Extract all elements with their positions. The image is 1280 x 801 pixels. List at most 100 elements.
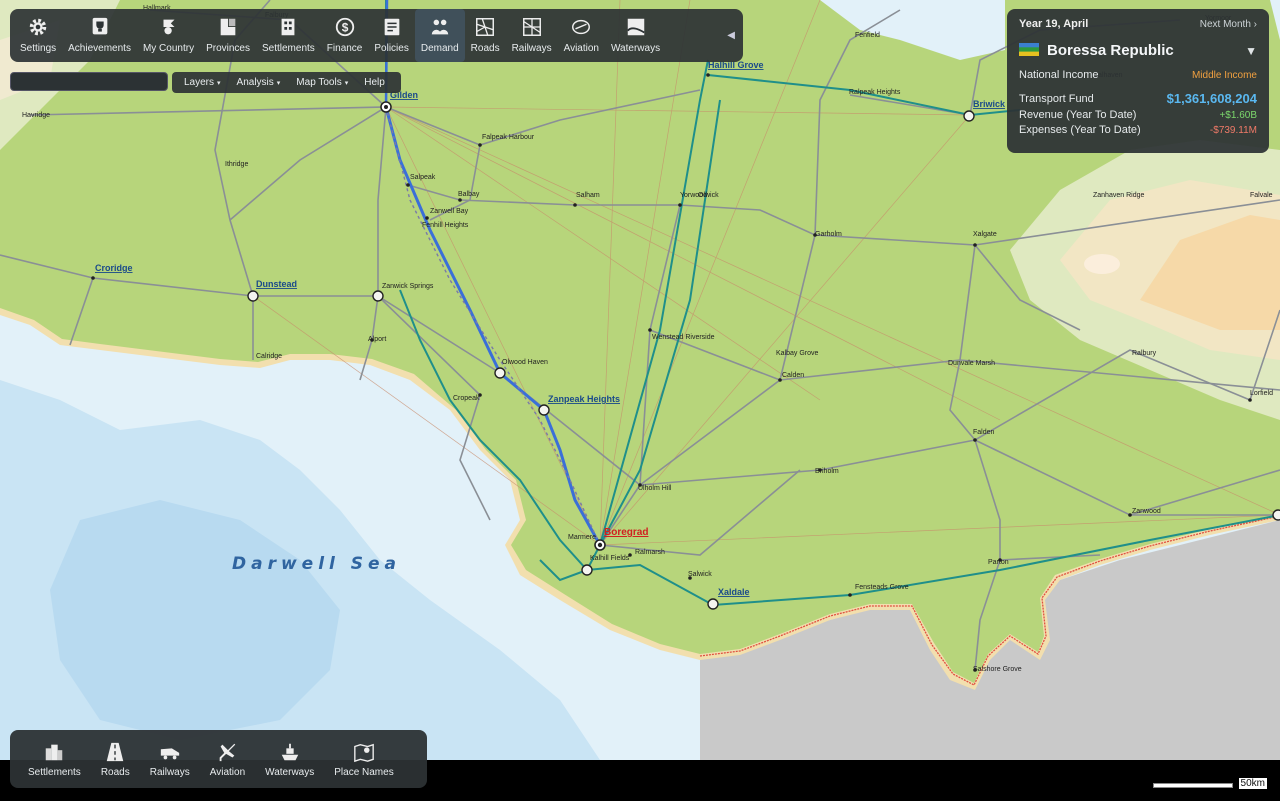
trophy-icon	[92, 17, 107, 35]
menu-layers[interactable]: Layers ▾	[176, 77, 229, 88]
toolbar-label: Roads	[470, 43, 500, 54]
label-falpeak-harbour: Falpeak Harbour	[482, 134, 535, 141]
east-marker[interactable]	[1272, 509, 1280, 521]
build-waterways-button[interactable]: Waterways	[255, 730, 324, 788]
toolbar-my-country[interactable]: My Country	[137, 9, 200, 62]
game-window: Falbury Hallmark Havridge Falpeak Harbou…	[0, 0, 1280, 801]
label-dunstead: Dunstead	[256, 279, 297, 289]
label-fensteads-grove: Fensteads Grove	[855, 584, 909, 591]
search-input[interactable]	[10, 72, 168, 91]
map-pin-icon	[354, 743, 374, 763]
transport-fund-value: $1,361,608,204	[1166, 91, 1257, 106]
menu-label: Map Tools	[296, 77, 342, 88]
toolbar-label: Provinces	[206, 43, 250, 54]
country-flag-icon	[1019, 43, 1039, 56]
label-olwood-haven: Olwood Haven	[502, 359, 548, 366]
revenue-value: +$1.60B	[1219, 109, 1257, 121]
place-names-button[interactable]: Place Names	[324, 730, 403, 788]
toolbar-achievements[interactable]: Achievements	[62, 9, 137, 62]
scale-label: 50km	[1238, 778, 1267, 789]
label-zanwick-springs: Zanwick Springs	[382, 283, 434, 290]
label-alport: Alport	[368, 336, 386, 343]
toolbar-settings[interactable]: Settings	[14, 9, 62, 62]
main-toolbar: Settings Achievements My Country Provinc…	[10, 9, 743, 62]
menu-help[interactable]: Help	[356, 77, 393, 88]
railways-icon	[522, 18, 541, 36]
label-olwick: Olwick	[698, 192, 719, 199]
toolbar-policies[interactable]: Policies	[368, 9, 414, 62]
label-zanhaven-ridge: Zanhaven Ridge	[1093, 192, 1144, 199]
expenses-label: Expenses (Year To Date)	[1019, 124, 1141, 136]
toolbar-collapse-button[interactable]: ◀	[719, 9, 743, 62]
toolbar-demand[interactable]: Demand	[414, 9, 465, 62]
label-falden: Falden	[973, 429, 995, 436]
build-settlements-button[interactable]: Settlements	[18, 730, 91, 788]
build-label: Place Names	[334, 767, 394, 778]
menu-label: Analysis	[236, 77, 274, 88]
xaldale-marker[interactable]	[707, 598, 719, 610]
label-ulholm-hill: Ulholm Hill	[638, 485, 672, 492]
toolbar-railways[interactable]: Railways	[506, 9, 558, 62]
build-aviation-button[interactable]: Aviation	[200, 730, 255, 788]
olwood-marker[interactable]	[494, 367, 506, 379]
label-salpeak: Salpeak	[410, 174, 436, 181]
build-roads-button[interactable]: Roads	[91, 730, 140, 788]
lake	[1084, 254, 1120, 274]
menu-map-tools[interactable]: Map Tools ▾	[288, 77, 356, 88]
toolbar-waterways[interactable]: Waterways	[605, 9, 666, 62]
briwick-marker[interactable]	[963, 110, 975, 122]
label-wenstead-riverside: Wenstead Riverside	[652, 334, 715, 341]
gear-icon	[29, 18, 47, 36]
label-zanpeak-heights: Zanpeak Heights	[548, 394, 620, 404]
train-icon	[160, 748, 179, 760]
settlements-icon	[46, 744, 63, 761]
label-xaldale: Xaldale	[718, 587, 750, 597]
scale-bar	[1153, 783, 1233, 788]
game-date: Year 19, April	[1019, 18, 1089, 30]
provinces-icon	[220, 18, 236, 36]
caret-down-icon: ▾	[344, 80, 349, 87]
ship-icon	[281, 743, 298, 761]
toolbar-label: Aviation	[563, 43, 599, 54]
toolbar-label: Demand	[420, 43, 459, 54]
country-info-panel: Year 19, April Next Month › Boressa Repu…	[1007, 9, 1269, 153]
label-zanwell-bay: Zanwell Bay	[430, 208, 469, 215]
demand-icon	[431, 19, 448, 35]
map-scale: 50km	[1153, 778, 1273, 792]
aviation-icon	[572, 19, 591, 35]
toolbar-settlements[interactable]: Settlements	[256, 9, 321, 62]
zanwick-marker[interactable]	[372, 290, 384, 302]
menu-analysis[interactable]: Analysis ▾	[229, 77, 289, 88]
label-xalgate: Xalgate	[973, 231, 997, 238]
country-dropdown-icon[interactable]: ▼	[1245, 44, 1257, 58]
next-month-button[interactable]: Next Month ›	[1200, 19, 1257, 30]
label-falvale: Falvale	[1250, 192, 1273, 199]
toolbar-finance[interactable]: $ Finance	[321, 9, 369, 62]
dunstead-marker[interactable]	[247, 290, 259, 302]
sea-name-label: Darwell Sea	[232, 554, 401, 574]
label-cropeak: Cropeak	[453, 395, 480, 402]
label-lorfield: Lorfield	[1250, 390, 1273, 397]
svg-text:$: $	[341, 21, 348, 35]
finance-icon: $	[335, 17, 354, 37]
label-salshore-grove: Salshore Grove	[973, 666, 1022, 673]
build-toolbar: Settlements Roads Railways Aviation Wate…	[10, 730, 427, 788]
label-fenfield: Fenfield	[855, 32, 880, 39]
label-balbay: Balbay	[458, 191, 480, 198]
toolbar-label: Policies	[374, 43, 409, 54]
map-menu-bar: Layers ▾ Analysis ▾ Map Tools ▾ Help	[172, 72, 401, 93]
toolbar-roads[interactable]: Roads	[465, 9, 506, 62]
zanpeak-marker[interactable]	[538, 404, 550, 416]
build-label: Aviation	[209, 767, 246, 778]
build-railways-button[interactable]: Railways	[140, 730, 200, 788]
kalhill-marker[interactable]	[581, 564, 593, 576]
label-calridge: Calridge	[256, 353, 282, 360]
expenses-value: -$739.11M	[1209, 124, 1257, 136]
toolbar-provinces[interactable]: Provinces	[200, 9, 256, 62]
label-ralpeak-heights: Ralpeak Heights	[849, 89, 901, 96]
toolbar-aviation[interactable]: Aviation	[558, 9, 605, 62]
policies-icon	[384, 18, 399, 36]
country-icon	[163, 19, 175, 35]
label-salham: Salham	[576, 192, 600, 199]
label-havridge: Havridge	[22, 112, 50, 119]
